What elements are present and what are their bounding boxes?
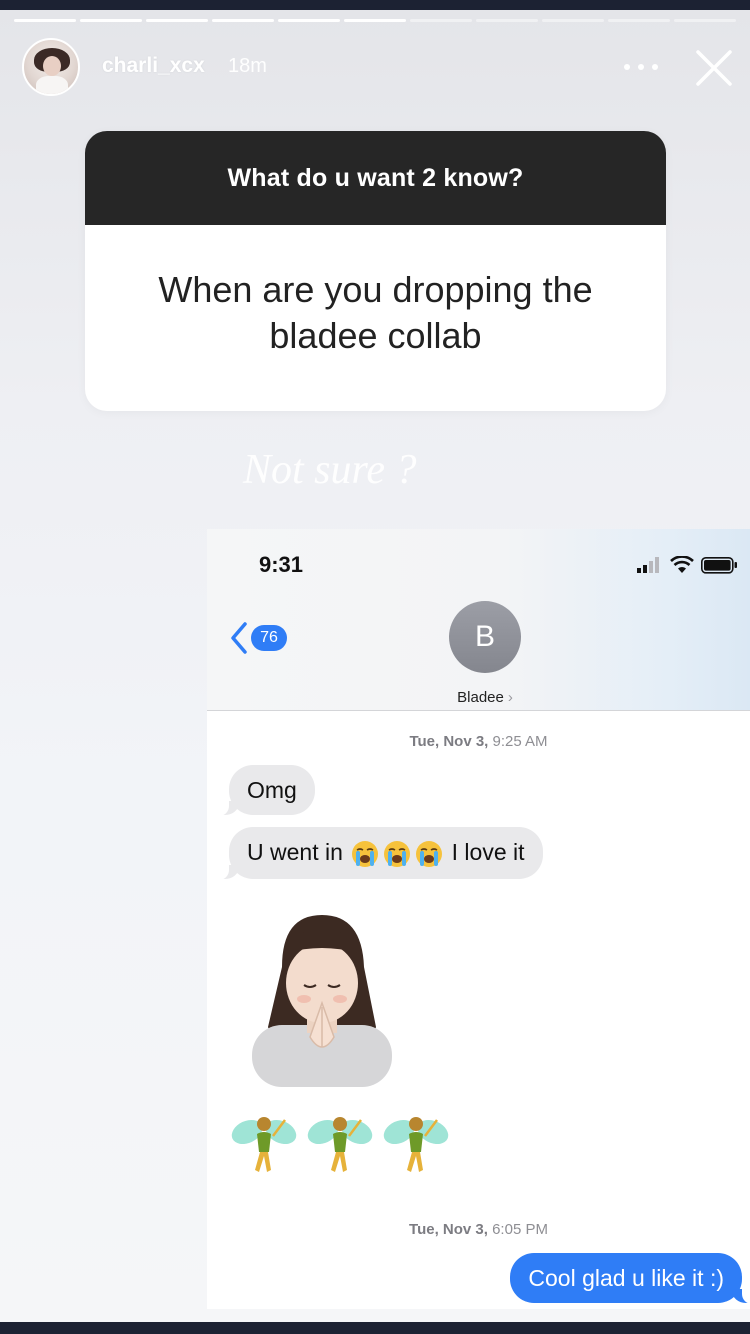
story-progress-segment bbox=[674, 19, 736, 22]
frame-bottom bbox=[0, 1322, 750, 1334]
question-sticker[interactable]: What do u want 2 know? When are you drop… bbox=[85, 131, 666, 411]
battery-icon bbox=[701, 557, 737, 574]
story-progress-segment bbox=[542, 19, 604, 22]
status-time: 9:31 bbox=[259, 552, 304, 577]
imessage-screenshot: 9:31 76 B Bladee › Tue, Nov 3, 9:25 AM O… bbox=[207, 529, 750, 1309]
wifi-icon bbox=[670, 556, 694, 573]
contact-name[interactable]: Bladee › bbox=[207, 689, 750, 706]
message-timestamp: Tue, Nov 3, 6:05 PM bbox=[409, 1221, 548, 1238]
question-prompt: What do u want 2 know? bbox=[85, 131, 666, 225]
imessage-header: 9:31 76 B Bladee › bbox=[207, 529, 750, 711]
story-progress-segment bbox=[212, 19, 274, 22]
fairy-icon bbox=[383, 1117, 449, 1172]
loudly-crying-face-icon bbox=[416, 840, 443, 867]
story-progress-segment bbox=[146, 19, 208, 22]
message-bubble-incoming[interactable]: U went in I love it bbox=[215, 827, 543, 880]
unread-count-badge: 76 bbox=[251, 625, 287, 651]
ellipsis-icon[interactable] bbox=[624, 64, 658, 72]
post-time: 18m bbox=[228, 55, 267, 77]
question-answer: When are you dropping the bladee collab bbox=[158, 269, 593, 356]
chevron-right-icon: › bbox=[507, 689, 513, 706]
profile-avatar[interactable] bbox=[22, 38, 80, 96]
message-timestamp: Tue, Nov 3, 9:25 AM bbox=[409, 733, 548, 750]
username[interactable]: charli_xcx bbox=[102, 54, 205, 78]
emoji-row[interactable] bbox=[229, 1106, 451, 1182]
fairy-icon bbox=[307, 1117, 373, 1172]
story-progress-segment bbox=[608, 19, 670, 22]
loudly-crying-face-icon bbox=[384, 840, 411, 867]
story-progress-segment bbox=[278, 19, 340, 22]
story-progress-segment bbox=[80, 19, 142, 22]
back-button[interactable]: 76 bbox=[229, 622, 287, 654]
contact-name-label: Bladee bbox=[457, 689, 504, 706]
message-bubble-outgoing[interactable]: Cool glad u like it :) bbox=[510, 1253, 750, 1304]
message-bubble-incoming[interactable]: Omg bbox=[215, 765, 315, 816]
story-progress-segment bbox=[344, 19, 406, 22]
contact-avatar[interactable]: B bbox=[449, 601, 521, 673]
story-progress-segment bbox=[476, 19, 538, 22]
story-progress-segment bbox=[410, 19, 472, 22]
loudly-crying-face-icon bbox=[352, 840, 379, 867]
memoji-praying-sticker[interactable] bbox=[252, 907, 392, 1087]
fairy-icon bbox=[231, 1117, 297, 1172]
close-icon[interactable] bbox=[692, 46, 736, 90]
story-viewer[interactable]: charli_xcx 18m What do u want 2 know? Wh… bbox=[0, 10, 750, 1322]
signal-icon bbox=[637, 557, 659, 573]
story-caption: Not sure ? bbox=[243, 447, 417, 493]
chevron-left-icon bbox=[231, 622, 247, 654]
story-header: charli_xcx 18m bbox=[0, 38, 750, 98]
story-progress-segment bbox=[14, 19, 76, 22]
story-progress-bar bbox=[14, 19, 736, 22]
